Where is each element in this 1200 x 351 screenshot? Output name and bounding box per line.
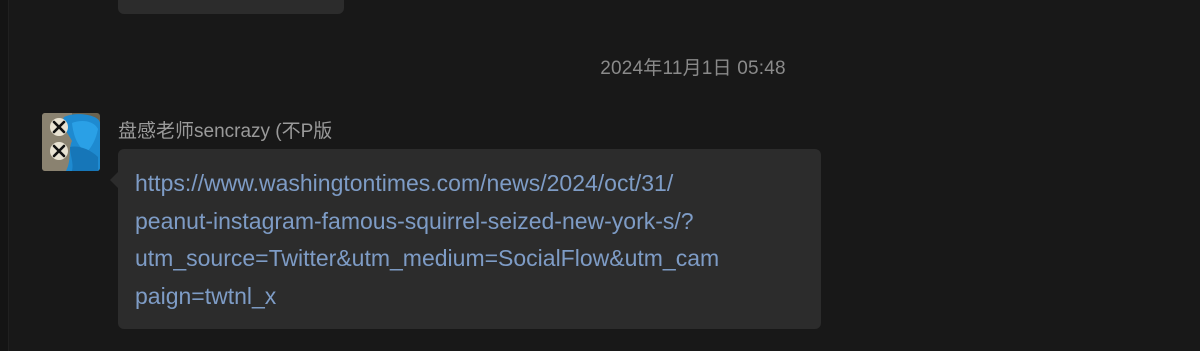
link-line[interactable]: utm_source=Twitter&utm_medium=SocialFlow… bbox=[135, 240, 815, 278]
message-timestamp: 2024年11月1日 05:48 bbox=[600, 58, 786, 79]
bubble-tail bbox=[110, 172, 118, 188]
previous-message-bubble[interactable] bbox=[118, 0, 344, 14]
cookie-monster-avatar-icon bbox=[42, 113, 100, 171]
chat-message-area: 2024年11月1日 05:48 盘感老师sencrazy (不P版 https… bbox=[0, 0, 1200, 351]
message-link[interactable]: https://www.washingtontimes.com/news/202… bbox=[135, 165, 815, 315]
link-line[interactable]: peanut-instagram-famous-squirrel-seized-… bbox=[135, 203, 815, 241]
link-line[interactable]: https://www.washingtontimes.com/news/202… bbox=[135, 165, 815, 203]
sender-name[interactable]: 盘感老师sencrazy (不P版 bbox=[118, 116, 332, 143]
sender-avatar[interactable] bbox=[42, 113, 100, 171]
link-line[interactable]: paign=twtnl_x bbox=[135, 278, 815, 316]
